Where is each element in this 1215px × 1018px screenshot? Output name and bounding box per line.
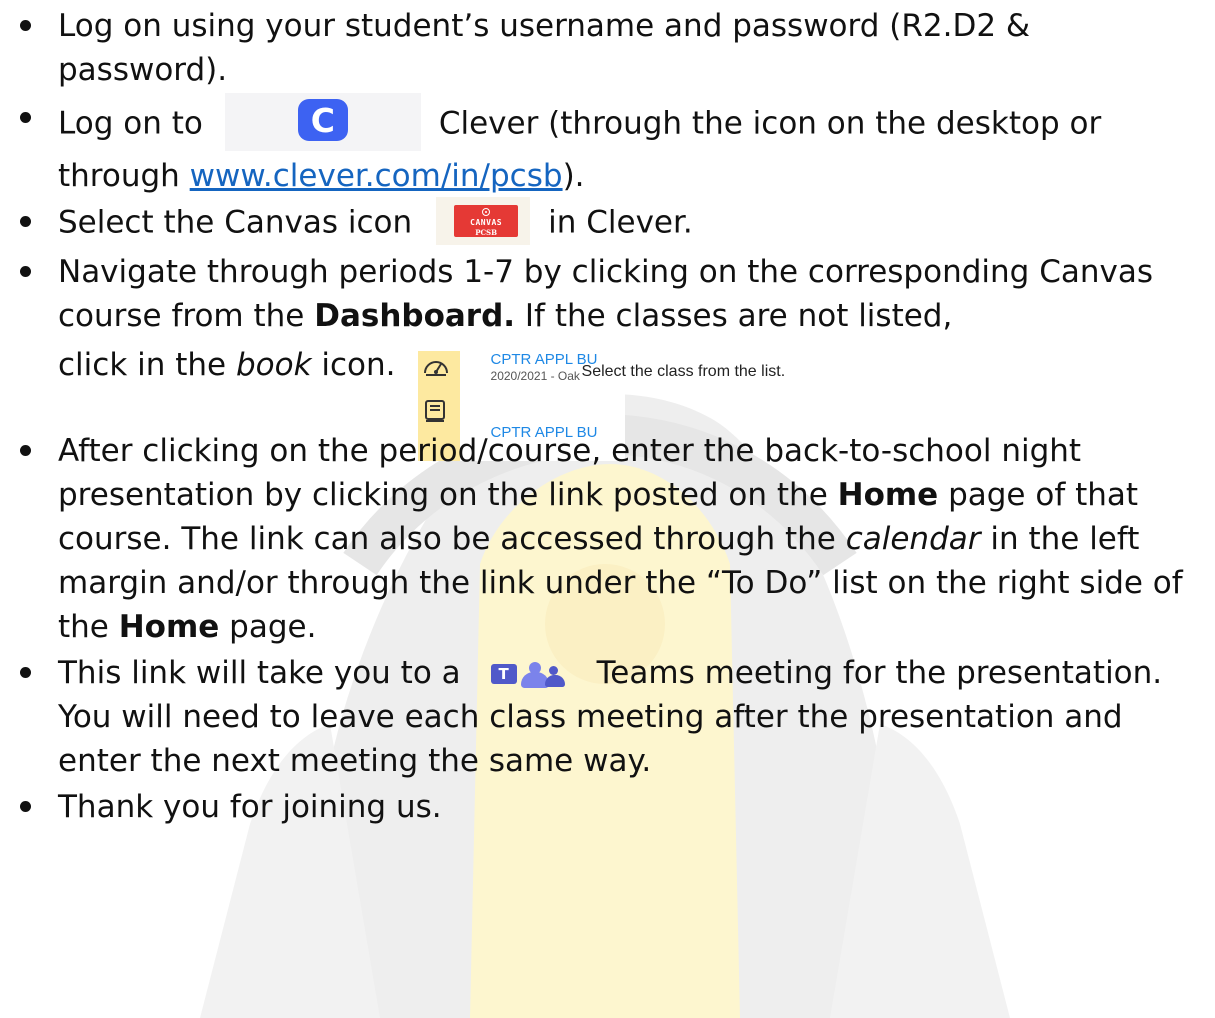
clever-link[interactable]: www.clever.com/in/pcsb [190, 158, 563, 194]
step-teams: This link will take you to a T Teams meeti… [14, 651, 1195, 783]
step-clever: Log on to C Clever (through the icon on th… [14, 93, 1195, 198]
step-thanks: Thank you for joining us. [14, 785, 1195, 829]
book-line-suffix: icon. [311, 346, 396, 383]
dashboard-icon[interactable] [422, 353, 450, 381]
teams-icon-letter: T [490, 663, 517, 684]
canvas-logo-icon [482, 208, 491, 216]
step-presentation-text-4: page. [219, 609, 317, 645]
clever-icon-letter: C [310, 100, 335, 140]
step-thanks-text: Thank you for joining us. [58, 789, 442, 825]
home-label-2: Home [118, 609, 220, 645]
canvas-icon-label: CANVAS [470, 218, 503, 227]
step-canvas-text-after: in Clever. [548, 204, 693, 241]
instruction-list: Log on using your student’s username and… [14, 4, 1195, 829]
teams-icon[interactable]: T [490, 654, 567, 690]
step-navigate: Navigate through periods 1-7 by clicking… [14, 250, 1195, 461]
clever-icon[interactable]: C [297, 99, 348, 141]
step-clever-text-before: Log on to [58, 105, 203, 142]
course-term-1: 2020/2021 - Oak Gr [490, 369, 582, 383]
teams-person-head-2-icon [548, 665, 558, 675]
book-label: book [235, 346, 312, 383]
calendar-label: calendar [845, 521, 981, 557]
teams-person-body-2-icon [544, 674, 565, 687]
book-icon-line: click in the book icon. CPTR APPL BU 202… [58, 338, 1195, 461]
step-canvas: Select the Canvas icon CANVAS PCSB in Cleve… [14, 197, 1195, 248]
step-canvas-text-before: Select the Canvas icon [58, 204, 413, 241]
step-login: Log on using your student’s username and… [14, 4, 1195, 92]
canvas-icon-frame: CANVAS PCSB [436, 197, 531, 245]
step-login-text: Log on using your student’s username and… [58, 8, 1031, 88]
book-line-prefix: click in the [58, 346, 236, 383]
book-icon[interactable] [424, 399, 446, 423]
canvas-icon[interactable]: CANVAS PCSB [454, 205, 519, 237]
clever-icon-frame: C [224, 93, 421, 151]
canvas-icon-sublabel: PCSB [475, 228, 498, 237]
book-line-text: click in the book icon. [58, 343, 396, 387]
step-navigate-text-2: If the classes are not listed, [515, 298, 953, 334]
dashboard-label: Dashboard. [314, 298, 516, 334]
home-label-1: Home [837, 477, 939, 513]
instructions-document: Log on using your student’s username and… [0, 4, 1215, 829]
select-class-note: Select the class from the list. [581, 363, 786, 380]
teams-person-head-icon [528, 661, 541, 674]
step-presentation: After clicking on the period/course, ent… [14, 429, 1195, 649]
step-teams-text-before: This link will take you to a [58, 655, 461, 691]
step-clever-text-end: ). [562, 158, 585, 194]
